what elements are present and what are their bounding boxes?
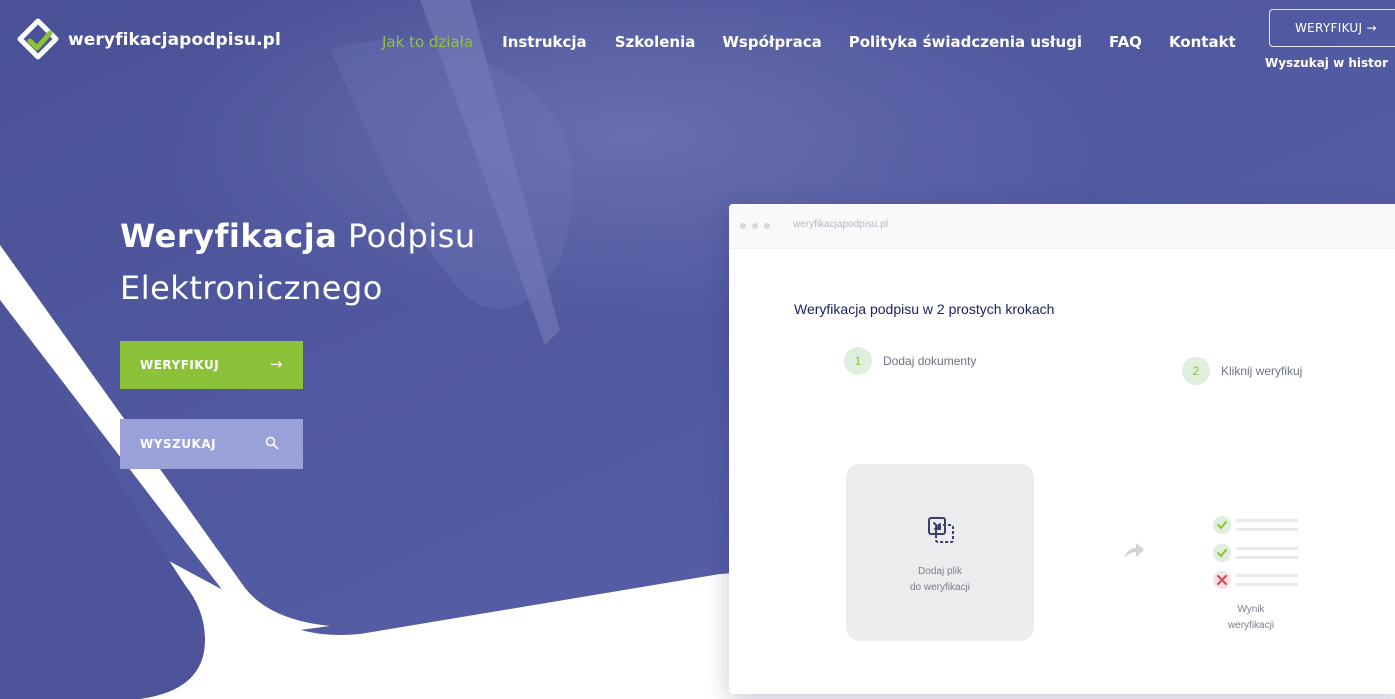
hero-title: Weryfikacja Podpisu Elektronicznego (120, 210, 476, 314)
nav-item-kontakt[interactable]: Kontakt (1169, 33, 1236, 51)
mockup-address-bar: weryfikacjapodpisu.pl (729, 204, 1395, 249)
search-icon (265, 436, 279, 450)
nav-item-wspolpraca[interactable]: Współpraca (722, 33, 821, 51)
main-nav: Jak to działa Instrukcja Szkolenia Współ… (382, 33, 1236, 51)
nav-item-jak-to-dziala[interactable]: Jak to działa (382, 33, 473, 51)
checklist-result-icon (1213, 516, 1298, 589)
step-2-number: 2 (1182, 357, 1210, 385)
hero-search-button[interactable]: WYSZUKAJ (120, 419, 303, 469)
hero-title-line2: Elektronicznego (120, 269, 383, 307)
hero-verify-label: WERYFIKUJ (140, 358, 220, 372)
logo-mark-icon (17, 18, 59, 60)
hero-title-bold: Weryfikacja (120, 217, 338, 255)
brand-name: weryfikacjapodpisu.pl (68, 30, 281, 50)
history-search-link[interactable]: Wyszukaj w histor (1265, 56, 1388, 70)
header-verify-button[interactable]: WERYFIKUJ → (1269, 9, 1395, 47)
mockup-heading: Weryfikacja podpisu w 2 prostych krokach (794, 301, 1055, 317)
step-2-label: Kliknij weryfikuj (1221, 364, 1303, 378)
step-1-label: Dodaj dokumenty (883, 354, 977, 368)
brand-logo[interactable]: weryfikacjapodpisu.pl (16, 18, 281, 62)
arrow-right-icon: → (269, 355, 283, 373)
nav-item-szkolenia[interactable]: Szkolenia (615, 33, 696, 51)
file-drop-icon (928, 517, 954, 543)
dropzone-text: Dodaj plik do weryfikacji (909, 566, 971, 593)
step-1: 1 Dodaj dokumenty (844, 347, 976, 375)
window-dots (740, 223, 770, 229)
hero-title-rest: Podpisu (347, 217, 476, 255)
arrow-right-icon (1124, 543, 1144, 558)
hero-search-label: WYSZUKAJ (140, 437, 217, 451)
file-dropzone[interactable]: Dodaj plik do weryfikacji (846, 464, 1034, 641)
browser-mockup: weryfikacjapodpisu.pl Weryfikacja podpis… (729, 204, 1395, 694)
mockup-url: weryfikacjapodpisu.pl (793, 219, 889, 230)
nav-item-polityka[interactable]: Polityka świadczenia usługi (849, 33, 1082, 51)
nav-item-faq[interactable]: FAQ (1109, 33, 1142, 51)
result-text: Wynik weryfikacji (1227, 604, 1275, 631)
hero-verify-button[interactable]: WERYFIKUJ → (120, 341, 303, 389)
nav-item-instrukcja[interactable]: Instrukcja (502, 33, 587, 51)
step-1-number: 1 (844, 347, 872, 375)
step-2: 2 Kliknij weryfikuj (1182, 357, 1302, 385)
